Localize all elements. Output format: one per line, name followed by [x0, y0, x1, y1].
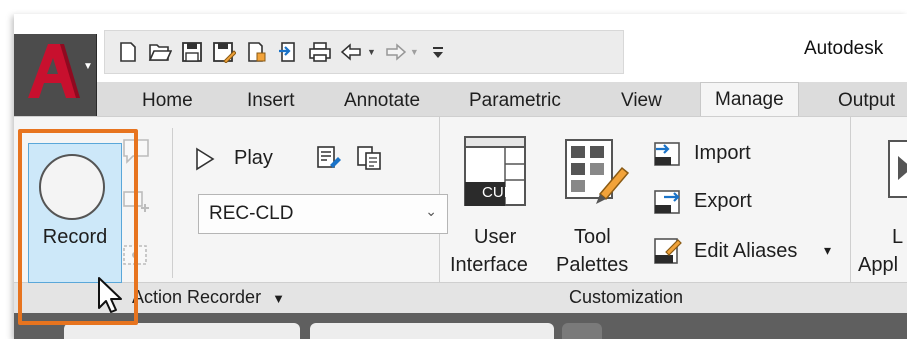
edit-aliases-label: Edit Aliases	[694, 240, 798, 262]
print-icon[interactable]	[307, 39, 333, 65]
redo-dropdown-icon[interactable]: ▼	[410, 47, 419, 57]
application-menu-caret-icon: ▼	[83, 61, 93, 72]
undo-dropdown-icon[interactable]: ▼	[367, 47, 376, 57]
play-label: Play	[234, 147, 273, 169]
mouse-pointer-icon	[98, 277, 122, 313]
redo-icon[interactable]	[382, 39, 408, 65]
play-icon	[196, 147, 215, 171]
save-as-icon[interactable]	[211, 39, 237, 65]
tab-home[interactable]: Home	[142, 90, 193, 112]
title-bar: ▼ ▼ Autodesk	[14, 14, 907, 82]
undo-icon[interactable]	[339, 39, 365, 65]
tab-annotate[interactable]: Annotate	[344, 90, 420, 112]
import-button[interactable]: Import	[650, 138, 800, 170]
new-tab-button[interactable]	[562, 323, 602, 339]
divider	[172, 128, 173, 278]
preference-icon[interactable]	[316, 145, 342, 176]
action-recorder-title-text: Action Recorder	[132, 287, 262, 307]
export-label: Export	[694, 190, 752, 212]
user-interface-label-line2: Interface	[450, 254, 528, 276]
import-label: Import	[694, 142, 751, 164]
customize-qat-icon[interactable]	[425, 39, 451, 65]
manage-action-macros-icon[interactable]	[356, 145, 384, 176]
load-application-button[interactable]: L Appl	[858, 130, 907, 280]
quick-access-toolbar: ▼ ▼	[104, 30, 624, 74]
user-interface-button[interactable]: CUI User Interface	[450, 130, 540, 280]
tab-view[interactable]: View	[621, 90, 662, 112]
ribbon-tab-bar: Home Insert Annotate Parametric View Man…	[96, 82, 907, 116]
tab-manage[interactable]: Manage	[700, 82, 799, 116]
export-button[interactable]: Export	[650, 186, 800, 218]
tab-output[interactable]: Output	[838, 90, 895, 112]
drawing-tab-strip	[14, 313, 907, 339]
edit-aliases-dropdown-icon: ▾	[824, 242, 832, 258]
action-recorder-panel-title[interactable]: Action Recorder ▼	[132, 287, 285, 308]
save-icon[interactable]	[179, 39, 205, 65]
file-tab[interactable]	[310, 323, 554, 339]
tool-palettes-label-line1: Tool	[574, 226, 611, 248]
tool-palettes-icon	[565, 139, 630, 204]
tab-parametric[interactable]: Parametric	[469, 90, 561, 112]
edit-aliases-button[interactable]: Edit Aliases ▾	[650, 234, 846, 268]
cui-badge: CUI	[482, 184, 508, 201]
application-menu-button[interactable]: ▼	[14, 34, 97, 116]
open-from-mobile-icon[interactable]	[243, 39, 269, 65]
window-title: Autodesk	[804, 38, 884, 59]
action-macro-dropdown[interactable]: REC-CLD ⌄	[198, 194, 448, 234]
load-application-label-line2: Appl	[858, 254, 899, 276]
import-cui-icon	[654, 142, 680, 166]
export-cui-icon	[654, 190, 680, 214]
tab-insert[interactable]: Insert	[247, 90, 295, 112]
load-application-label-line1: L	[892, 226, 904, 248]
panel-expand-arrow-icon: ▼	[272, 291, 285, 306]
autocad-window: ▼ ▼ Autodesk ▼ Home Insert Annotate Para…	[14, 14, 907, 339]
action-macro-value: REC-CLD	[209, 203, 294, 224]
tool-palettes-label-line2: Palettes	[556, 254, 629, 276]
autocad-logo-icon	[28, 44, 80, 98]
load-application-icon	[888, 140, 907, 198]
upload-icon[interactable]	[275, 39, 301, 65]
customization-panel-title: Customization	[569, 287, 684, 307]
panel-title-bar: Action Recorder ▼ Customization	[14, 282, 907, 314]
chevron-down-icon: ⌄	[425, 203, 437, 219]
new-icon[interactable]	[115, 39, 141, 65]
open-icon[interactable]	[147, 39, 173, 65]
file-tab[interactable]	[64, 323, 300, 339]
play-button[interactable]: Play	[192, 141, 302, 177]
edit-aliases-pgp-icon	[654, 238, 682, 264]
user-interface-label-line1: User	[474, 226, 517, 248]
tool-palettes-button[interactable]: Tool Palettes	[556, 130, 640, 280]
